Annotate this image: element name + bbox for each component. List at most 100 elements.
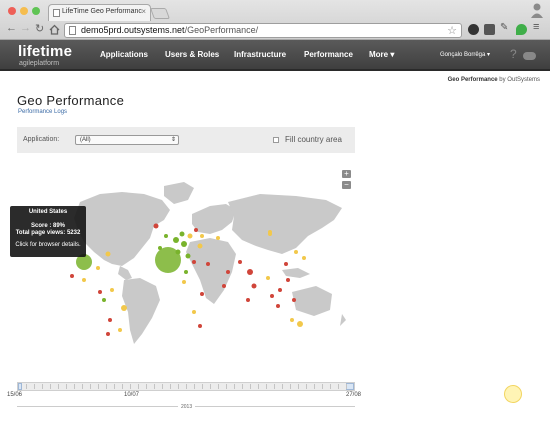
marker-baltics[interactable] [194, 228, 198, 232]
marker-denmark[interactable] [179, 231, 185, 237]
timeline-tick [250, 384, 251, 389]
marker-indonesia-west[interactable] [276, 304, 280, 308]
timeline-tick [58, 384, 59, 389]
timeline-tick [298, 384, 299, 389]
marker-korea[interactable] [294, 250, 298, 254]
marker-kazakhstan[interactable] [238, 260, 242, 264]
map-tooltip: United States Score : 89% Total page vie… [10, 206, 86, 257]
marker-switzerland[interactable] [175, 249, 181, 255]
timeline-tick [146, 384, 147, 389]
marker-germany[interactable] [181, 241, 187, 247]
tooltip-views: Total page views: 5232 [15, 230, 81, 236]
timeline-tick [186, 384, 187, 389]
timeline-tick [282, 384, 283, 389]
marker-vietnam[interactable] [278, 288, 282, 292]
tooltip-country: United States [28, 209, 68, 215]
marker-russia-west[interactable] [200, 234, 204, 238]
marker-nigeria[interactable] [182, 280, 186, 284]
timeline-tick [226, 384, 227, 389]
timeline-tick [210, 384, 211, 389]
timeline-tick [130, 384, 131, 389]
marker-portugal[interactable] [158, 246, 162, 250]
marker-kenya[interactable] [200, 292, 204, 296]
tooltip-spacer [10, 216, 86, 223]
timeline-tick [202, 384, 203, 389]
marker-austria[interactable] [185, 253, 191, 259]
marker-venezuela[interactable] [110, 288, 114, 292]
timeline-middle-label: 10/07 [124, 392, 140, 398]
marker-turkey[interactable] [206, 262, 210, 266]
timeline-year-label: 2013 [178, 404, 196, 410]
marker-brazil[interactable] [121, 305, 127, 311]
status-indicator-icon[interactable] [504, 385, 522, 403]
marker-bolivia[interactable] [108, 318, 112, 322]
zoom-out-button[interactable]: − [342, 181, 351, 189]
timeline-tick [322, 384, 323, 389]
marker-thailand[interactable] [270, 294, 274, 298]
marker-usa-south[interactable] [70, 274, 74, 278]
tooltip-hint: Click for browser details. [15, 242, 81, 248]
marker-uae[interactable] [222, 284, 226, 288]
marker-russia-central[interactable] [216, 236, 220, 240]
timeline-tick [98, 384, 99, 389]
timeline-left-handle[interactable] [18, 383, 22, 390]
timeline-tick [42, 384, 43, 389]
timeline-tick [306, 384, 307, 389]
marker-usa-east[interactable] [96, 266, 100, 270]
timeline-tick [266, 384, 267, 389]
marker-australia-north[interactable] [290, 318, 294, 322]
timeline-tick [66, 384, 67, 389]
marker-sri-lanka[interactable] [246, 298, 250, 302]
marker-india-south[interactable] [251, 283, 257, 289]
marker-uk[interactable] [153, 223, 159, 229]
marker-bangladesh[interactable] [266, 276, 270, 280]
timeline-tick [338, 384, 339, 389]
timeline-tick [346, 384, 347, 389]
zoom-in-button[interactable]: + [342, 170, 351, 178]
marker-iran[interactable] [226, 270, 230, 274]
timeline-tick [138, 384, 139, 389]
timeline-tick [218, 384, 219, 389]
marker-philippines[interactable] [286, 278, 290, 282]
marker-ireland[interactable] [164, 234, 168, 238]
timeline-tick [154, 384, 155, 389]
marker-chile[interactable] [106, 332, 110, 336]
marker-poland[interactable] [187, 233, 193, 239]
marker-malta[interactable] [184, 270, 188, 274]
marker-greece[interactable] [192, 260, 196, 264]
timeline-slider[interactable] [17, 382, 355, 391]
marker-japan[interactable] [302, 256, 306, 260]
timeline-tick [290, 384, 291, 389]
timeline-tick [178, 384, 179, 389]
marker-south-africa[interactable] [198, 324, 202, 328]
timeline-end-label: 27/08 [346, 392, 362, 398]
marker-mexico[interactable] [82, 278, 86, 282]
marker-netherlands[interactable] [173, 237, 179, 243]
timeline-tick [314, 384, 315, 389]
timeline-tick [74, 384, 75, 389]
tooltip-score: Score : 89% [30, 223, 66, 229]
marker-angola[interactable] [192, 310, 196, 314]
marker-mongolia[interactable] [268, 230, 272, 234]
timeline-tick [34, 384, 35, 389]
timeline-tick [122, 384, 123, 389]
timeline-tick [114, 384, 115, 389]
marker-indonesia-east[interactable] [292, 298, 296, 302]
timeline-tick [242, 384, 243, 389]
timeline-tick [194, 384, 195, 389]
marker-canada-east[interactable] [105, 251, 111, 257]
timeline-tick [82, 384, 83, 389]
timeline-tick [258, 384, 259, 389]
marker-colombia[interactable] [98, 290, 102, 294]
marker-ecuador[interactable] [102, 298, 106, 302]
marker-ukraine[interactable] [197, 243, 203, 249]
marker-india-north[interactable] [247, 269, 253, 275]
timeline-tick [274, 384, 275, 389]
timeline-right-handle[interactable] [346, 383, 354, 390]
marker-china-east[interactable] [284, 262, 288, 266]
timeline-tick [170, 384, 171, 389]
marker-australia-east[interactable] [297, 321, 303, 327]
timeline-tick [26, 384, 27, 389]
timeline-tick [330, 384, 331, 389]
marker-argentina[interactable] [118, 328, 122, 332]
